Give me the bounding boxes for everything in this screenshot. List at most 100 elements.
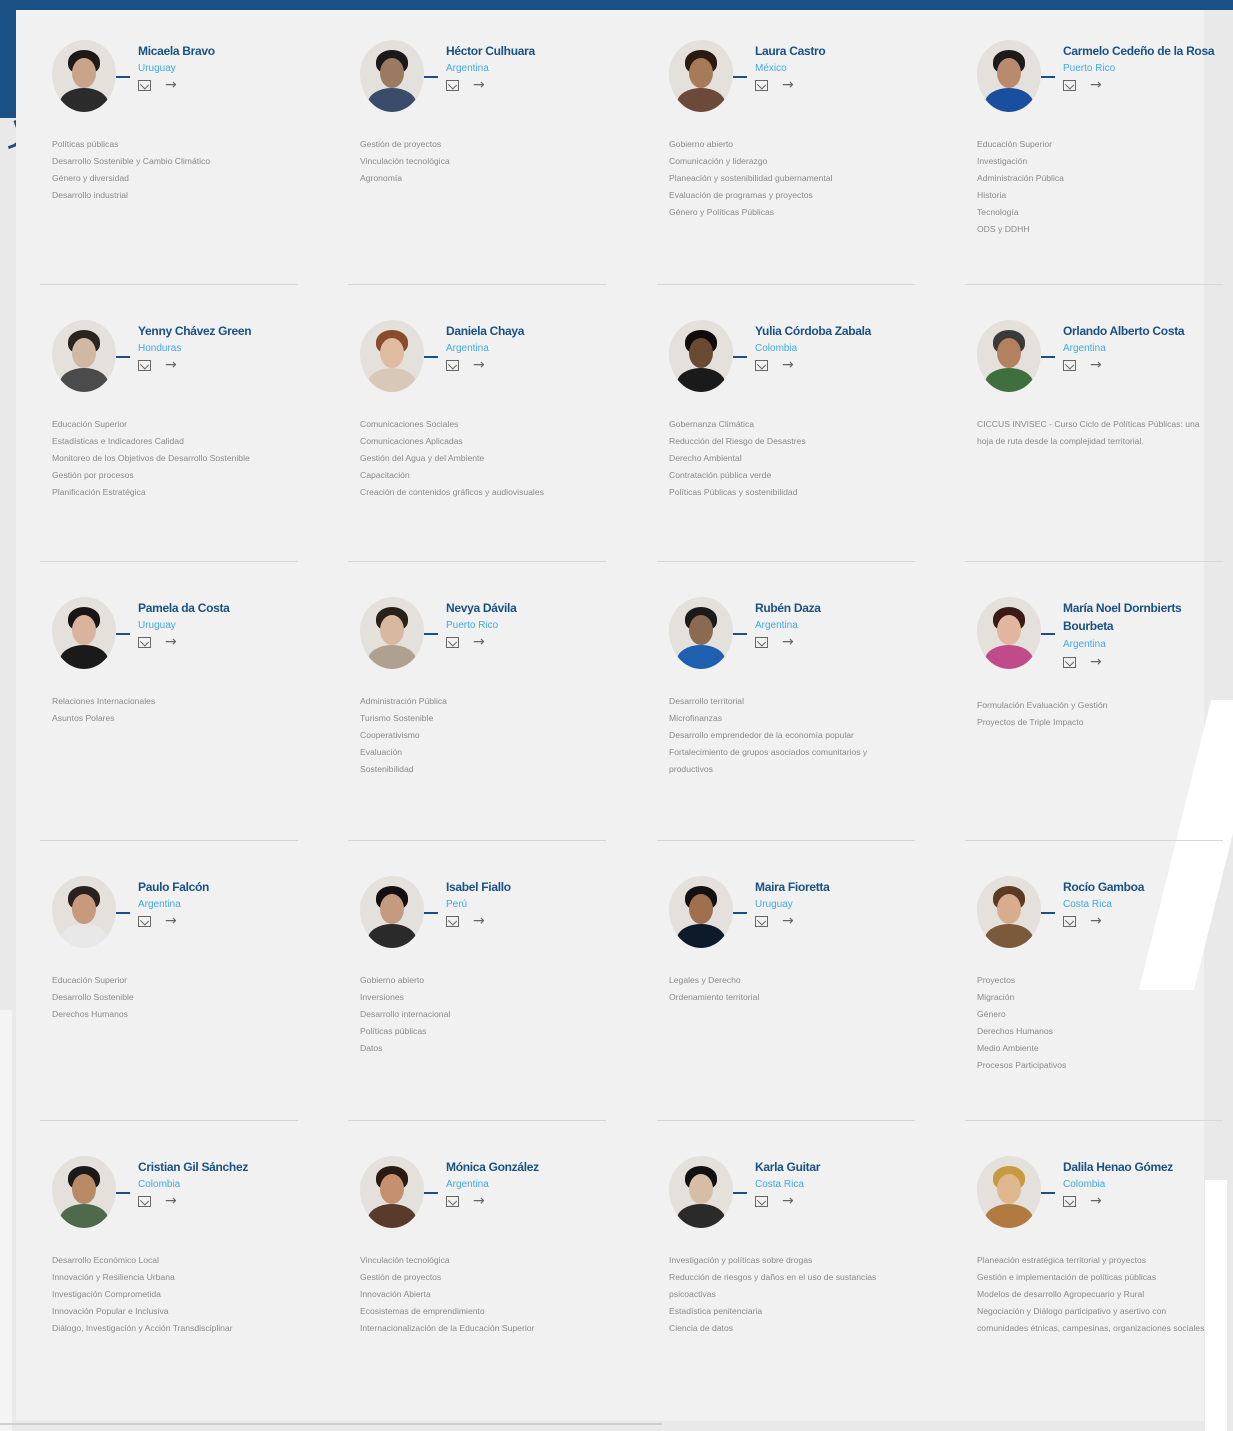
arrow-right-icon[interactable]: → [782, 358, 794, 372]
topic-item: Capacitación [360, 470, 410, 480]
topic-item: Modelos de desarrollo Agropecuario y Rur… [977, 1289, 1145, 1299]
expert-card: Orlando Alberto Costa Argentina → CICCUS IN… [965, 320, 1223, 560]
expert-country: Argentina [755, 620, 798, 631]
mail-icon[interactable] [138, 637, 151, 648]
avatar [360, 320, 426, 394]
avatar [669, 597, 735, 671]
expert-name[interactable]: Daniela Chaya [446, 322, 616, 340]
arrow-right-icon[interactable]: → [1090, 78, 1102, 92]
mail-icon[interactable] [1063, 360, 1076, 371]
mail-icon[interactable] [1063, 1196, 1076, 1207]
expert-country: Argentina [446, 63, 489, 74]
mail-icon[interactable] [755, 637, 768, 648]
avatar [669, 876, 735, 950]
avatar-photo [360, 40, 424, 112]
mail-icon[interactable] [755, 916, 768, 927]
arrow-right-icon[interactable]: → [473, 78, 485, 92]
mail-icon[interactable] [1063, 916, 1076, 927]
connector-line [733, 1192, 747, 1194]
avatar [977, 597, 1043, 671]
expert-name[interactable]: Isabel Fiallo [446, 878, 616, 896]
expert-card: Maira Fioretta Uruguay → Legales y Derecho O… [657, 876, 915, 1116]
arrow-right-icon[interactable]: → [473, 635, 485, 649]
expert-name[interactable]: Rocío Gamboa [1063, 878, 1233, 896]
mail-icon[interactable] [755, 80, 768, 91]
mail-icon[interactable] [755, 1196, 768, 1207]
mail-icon[interactable] [446, 360, 459, 371]
expert-country: Puerto Rico [446, 620, 499, 631]
topic-item: Turismo Sostenible [360, 713, 434, 723]
arrow-right-icon[interactable]: → [473, 358, 485, 372]
mail-icon[interactable] [138, 916, 151, 927]
connector-line [116, 76, 130, 78]
avatar [52, 40, 118, 114]
expert-card: Carmelo Cedeño de la Rosa Puerto Rico → Edu… [965, 40, 1223, 280]
arrow-right-icon[interactable]: → [165, 1194, 177, 1208]
card-separator [348, 840, 606, 841]
arrow-right-icon[interactable]: → [1090, 1194, 1102, 1208]
mail-icon[interactable] [1063, 657, 1076, 668]
arrow-right-icon[interactable]: → [1090, 914, 1102, 928]
mail-icon[interactable] [446, 637, 459, 648]
expert-name[interactable]: Laura Castro [755, 42, 925, 60]
topic-item: Reducción del Riesgo de Desastres [669, 436, 806, 446]
expert-name[interactable]: Orlando Alberto Costa [1063, 322, 1233, 340]
expert-name[interactable]: Nevya Dávila [446, 599, 616, 617]
expert-name[interactable]: Dalila Henao Gómez [1063, 1158, 1233, 1176]
arrow-right-icon[interactable]: → [165, 635, 177, 649]
expert-country: Perú [446, 899, 468, 910]
mail-icon[interactable] [138, 1196, 151, 1207]
topic-item: Gestión de proyectos [360, 1272, 442, 1282]
card-actions: → [446, 1194, 485, 1208]
arrow-right-icon[interactable]: → [782, 914, 794, 928]
expert-country: México [755, 63, 787, 74]
arrow-right-icon[interactable]: → [165, 914, 177, 928]
topic-item: Monitoreo de los Objetivos de Desarrollo… [52, 453, 250, 463]
expert-name[interactable]: Paulo Falcón [138, 878, 308, 896]
mail-icon[interactable] [138, 360, 151, 371]
arrow-right-icon[interactable]: → [473, 914, 485, 928]
expert-card: Isabel Fiallo Perú → Gobierno abierto Invers… [348, 876, 606, 1116]
topic-item: ODS y DDHH [977, 224, 1030, 234]
arrow-right-icon[interactable]: → [782, 78, 794, 92]
avatar [977, 1156, 1043, 1230]
topic-item: Investigación y políticas sobre drogas [669, 1255, 813, 1265]
arrow-right-icon[interactable]: → [473, 1194, 485, 1208]
expert-name[interactable]: Rubén Daza [755, 599, 925, 617]
arrow-right-icon[interactable]: → [165, 78, 177, 92]
avatar-photo [669, 876, 733, 948]
expert-name[interactable]: María Noel Dornbierts Bourbeta [1063, 599, 1233, 635]
topic-item: Políticas públicas [52, 139, 119, 149]
expert-name[interactable]: Mónica González [446, 1158, 616, 1176]
topic-item: Reducción de riesgos y daños en el uso d… [669, 1272, 877, 1299]
topic-item: Medio Ambiente [977, 1043, 1039, 1053]
expert-name[interactable]: Yenny Chávez Green [138, 322, 308, 340]
expert-card: María Noel Dornbierts Bourbeta Argentina →… [965, 597, 1223, 837]
mail-icon[interactable] [138, 80, 151, 91]
background-stripe [0, 1010, 12, 1431]
mail-icon[interactable] [446, 80, 459, 91]
card-separator [348, 1120, 606, 1121]
mail-icon[interactable] [446, 916, 459, 927]
topic-item: Educación Superior [52, 419, 128, 429]
expert-name[interactable]: Micaela Bravo [138, 42, 308, 60]
arrow-right-icon[interactable]: → [1090, 358, 1102, 372]
arrow-right-icon[interactable]: → [782, 1194, 794, 1208]
mail-icon[interactable] [755, 360, 768, 371]
card-actions: → [1063, 78, 1102, 92]
mail-icon[interactable] [1063, 80, 1076, 91]
card-actions: → [138, 1194, 177, 1208]
expert-name[interactable]: Maira Fioretta [755, 878, 925, 896]
expert-name[interactable]: Héctor Culhuara [446, 42, 616, 60]
connector-line [1041, 1192, 1055, 1194]
arrow-right-icon[interactable]: → [1090, 655, 1102, 669]
avatar [360, 876, 426, 950]
arrow-right-icon[interactable]: → [165, 358, 177, 372]
expert-name[interactable]: Carmelo Cedeño de la Rosa [1063, 42, 1233, 60]
expert-name[interactable]: Karla Guitar [755, 1158, 925, 1176]
expert-name[interactable]: Cristian Gil Sánchez [138, 1158, 308, 1176]
expert-name[interactable]: Yulia Córdoba Zabala [755, 322, 925, 340]
expert-name[interactable]: Pamela da Costa [138, 599, 308, 617]
arrow-right-icon[interactable]: → [782, 635, 794, 649]
mail-icon[interactable] [446, 1196, 459, 1207]
